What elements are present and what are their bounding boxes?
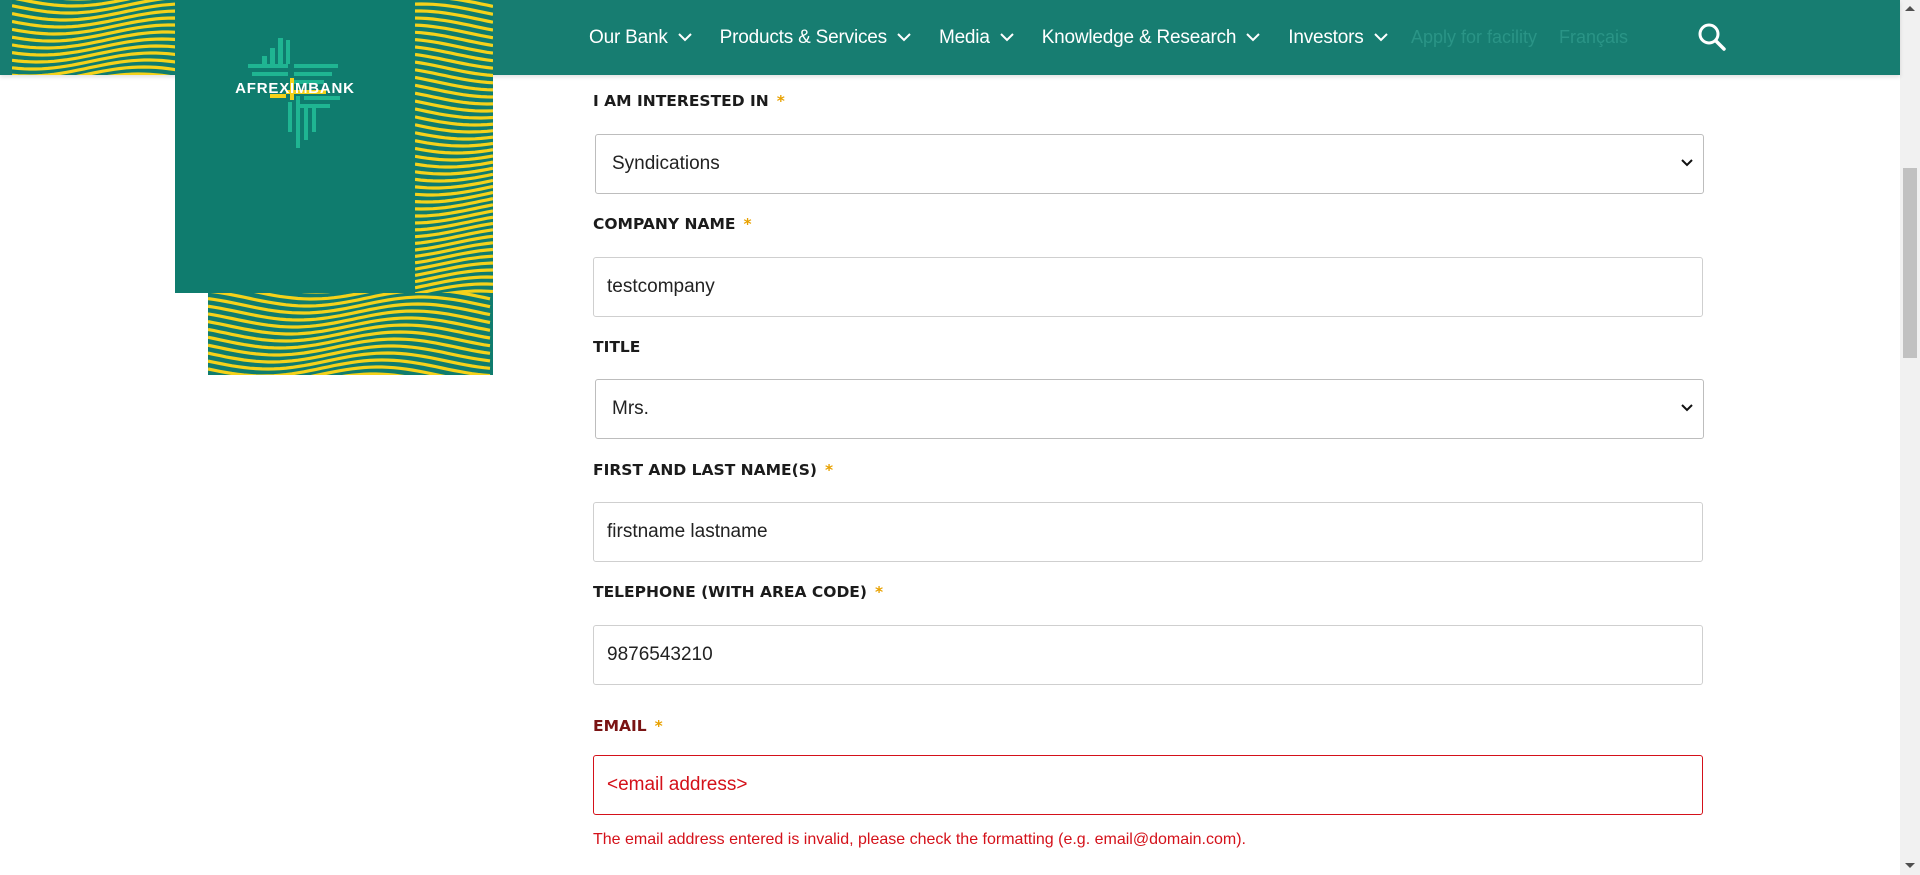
nav-item-label: Knowledge & Research	[1041, 26, 1237, 48]
scrollbar-thumb[interactable]	[1903, 168, 1917, 358]
interest-select[interactable]: Syndications	[595, 134, 1704, 194]
nav-investors[interactable]: Investors	[1288, 26, 1388, 49]
interest-label: I AM INTERESTED IN *	[593, 92, 785, 110]
telephone-field-group: TELEPHONE (WITH AREA CODE) * 9876543210	[593, 583, 1705, 685]
nav-item-label: Our Bank	[589, 26, 668, 48]
telephone-label: TELEPHONE (WITH AREA CODE) *	[593, 583, 884, 601]
email-error-message: The email address entered is invalid, pl…	[593, 831, 1246, 848]
interest-select-value: Syndications	[612, 153, 720, 174]
title-select[interactable]: Mrs.	[595, 379, 1704, 439]
title-select-value: Mrs.	[612, 398, 649, 419]
chevron-down-icon	[1246, 33, 1260, 42]
scroll-down-icon[interactable]	[1904, 862, 1916, 870]
company-label: COMPANY NAME *	[593, 215, 752, 233]
email-field-group: EMAIL * <email address> The email address…	[593, 717, 1705, 848]
nav-our-bank[interactable]: Our Bank	[589, 27, 692, 49]
chevron-down-icon	[1373, 33, 1388, 42]
email-input[interactable]: <email address>	[593, 755, 1703, 815]
chevron-down-icon	[1681, 404, 1693, 412]
nav-products-services[interactable]: Products & Services	[720, 27, 911, 49]
nav-item-label: Media	[938, 26, 990, 48]
company-name-value: testcompany	[607, 276, 715, 297]
nav-knowledge-research[interactable]: Knowledge & Research	[1042, 27, 1261, 49]
nav-item-label: Investors	[1288, 26, 1364, 48]
interest-field-group: I AM INTERESTED IN * Syndications	[593, 92, 1705, 194]
title-field-group: TITLE Mrs.	[593, 338, 1705, 439]
name-label: FIRST AND LAST NAME(S) *	[593, 461, 834, 479]
chevron-down-icon	[999, 33, 1014, 42]
logo-mark-icon	[248, 38, 340, 148]
language-switch-link[interactable]: Français	[1559, 27, 1628, 48]
logo-text: AFREXIMBANK	[235, 80, 355, 97]
email-label: EMAIL *	[593, 717, 663, 735]
main-nav: Our Bank Products & Services Media Knowl…	[589, 0, 1416, 75]
telephone-value: 9876543210	[607, 644, 713, 665]
afreximbank-logo[interactable]: AFREXIMBANK	[175, 0, 415, 293]
wave-pattern-bottom	[208, 293, 493, 375]
chevron-down-icon	[677, 33, 692, 42]
company-name-input[interactable]: testcompany	[593, 257, 1703, 317]
apply-for-facility-link[interactable]: Apply for facility	[1411, 27, 1537, 48]
email-value: <email address>	[607, 774, 748, 795]
scroll-up-icon[interactable]	[1904, 4, 1916, 12]
telephone-input[interactable]: 9876543210	[593, 625, 1703, 685]
chevron-down-icon	[1681, 159, 1693, 167]
nav-media[interactable]: Media	[939, 27, 1014, 49]
nav-item-label: Products & Services	[719, 26, 887, 48]
search-icon[interactable]	[1697, 22, 1727, 52]
page-scrollbar[interactable]	[1900, 0, 1920, 875]
title-label: TITLE	[593, 338, 641, 356]
chevron-down-icon	[897, 33, 911, 42]
company-field-group: COMPANY NAME * testcompany	[593, 215, 1705, 317]
full-name-input[interactable]: firstname lastname	[593, 502, 1703, 562]
full-name-value: firstname lastname	[607, 521, 768, 542]
name-field-group: FIRST AND LAST NAME(S) * firstname lastna…	[593, 461, 1705, 562]
